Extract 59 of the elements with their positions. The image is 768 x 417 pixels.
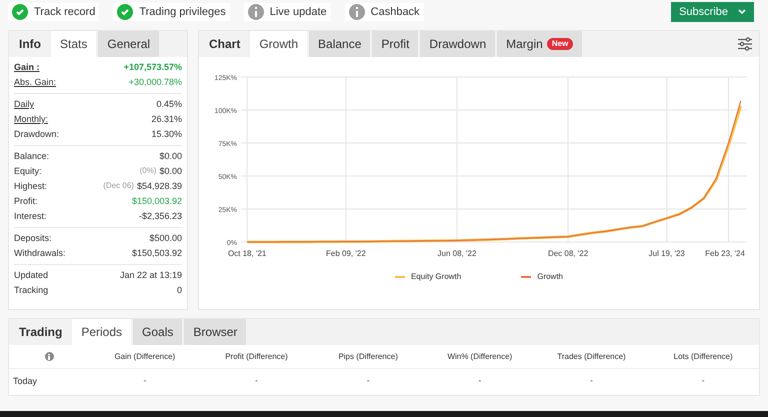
- stat-value: $54,928.39: [136, 180, 182, 193]
- column-header: Pips (Difference): [312, 345, 424, 369]
- stat-value: 15.30%: [151, 128, 182, 141]
- stat-label: Gain :: [14, 60, 40, 74]
- stat-value: 0: [176, 284, 182, 297]
- stat-value: 0.45%: [156, 98, 182, 111]
- stat-label: Updated: [14, 268, 48, 282]
- badge-label: Live update: [270, 4, 327, 20]
- table-cell-text: -: [142, 375, 148, 387]
- stat-label: Tracking: [14, 284, 48, 297]
- stat-value: $150,503.92: [132, 246, 182, 260]
- new-badge: New: [546, 38, 574, 50]
- stat-label: Equity:: [14, 164, 42, 178]
- table-cell-text: -: [254, 375, 259, 387]
- stat-value: +30,000.78%: [128, 76, 182, 89]
- stat-label: Profit:: [14, 194, 38, 208]
- stat-label: Daily: [14, 98, 34, 111]
- stat-value: $0.00: [159, 164, 182, 178]
- stat-label: Balance:: [14, 150, 50, 163]
- x-axis-label: Dec 08, '22: [548, 249, 588, 258]
- x-axis-label: Feb 23, '24: [705, 249, 745, 258]
- stat-label: Monthly:: [14, 112, 48, 126]
- stat-value: 26.31%: [151, 112, 182, 126]
- stat-value: $150,003.92: [132, 194, 182, 208]
- table-cell-text: -: [589, 375, 594, 387]
- panel-heading: Trading: [18, 324, 64, 341]
- x-axis-label: Jul 19, '23: [648, 249, 685, 258]
- column-header: Win% (Difference): [424, 345, 536, 369]
- legend-label: Growth: [537, 271, 564, 283]
- legend-label: Equity Growth: [410, 271, 462, 283]
- column-header: Profit (Difference): [200, 345, 312, 369]
- stat-value: $500.00: [149, 232, 182, 245]
- column-header: Lots (Difference): [647, 345, 759, 369]
- panel-heading: Chart: [208, 36, 242, 53]
- x-axis-label: Oct 18, '21: [228, 249, 266, 258]
- stat-label: Withdrawals:: [14, 246, 66, 260]
- stat-value: +107,573.57%: [124, 60, 182, 74]
- x-axis-label: Jun 08, '22: [438, 249, 476, 258]
- badge-label: Trading privileges: [139, 4, 226, 20]
- stat-label: Abs. Gain:: [14, 76, 56, 89]
- badge-label: Cashback: [370, 4, 420, 20]
- badge-label: Track record: [34, 4, 96, 20]
- stat-label: Interest:: [14, 210, 47, 223]
- row-label: Today: [12, 375, 38, 388]
- stat-value: $0.00: [159, 150, 182, 163]
- stat-label: Highest:: [14, 180, 48, 193]
- stat-label: Deposits:: [14, 232, 52, 245]
- stat-note: (Dec 06): [103, 180, 134, 192]
- stat-value: -$2,356.23: [138, 210, 182, 223]
- stat-value: Jan 22 at 13:19: [120, 268, 182, 282]
- stat-label: Drawdown:: [14, 128, 60, 141]
- panel-heading: Info: [18, 36, 42, 53]
- table-cell-text: -: [477, 375, 482, 387]
- x-axis-label: Feb 09, '22: [326, 249, 366, 258]
- stat-note: (0%): [140, 164, 156, 177]
- column-header: Gain (Difference): [89, 345, 201, 369]
- column-header: Trades (Difference): [536, 345, 648, 369]
- table-cell-text: -: [700, 375, 706, 387]
- table-cell-text: -: [366, 375, 370, 387]
